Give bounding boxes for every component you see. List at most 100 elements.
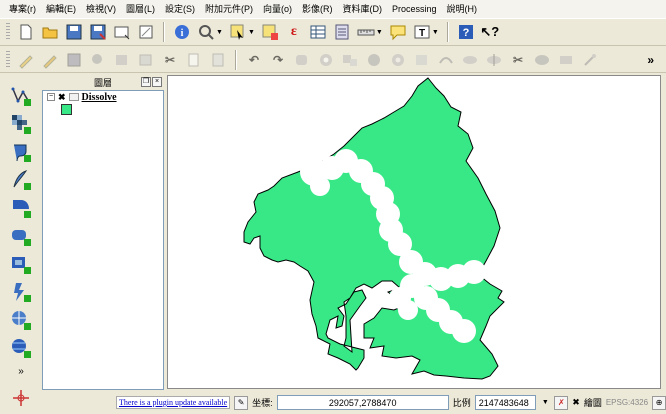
merge-attributes-icon[interactable] [557,51,575,69]
rotate-point-icon[interactable] [581,51,599,69]
menu-item-4[interactable]: 設定(S) [160,0,200,18]
help-icon[interactable]: ? [457,23,475,41]
delete-ring-icon[interactable] [389,51,407,69]
crs-globe-icon[interactable]: ⊕ [652,395,666,410]
add-vector-layer-icon[interactable] [10,85,32,107]
deselect-icon[interactable] [261,23,279,41]
menu-item-10[interactable]: 說明(H) [442,0,483,18]
annotation-icon[interactable] [389,23,407,41]
add-wms-layer-icon[interactable] [10,281,32,303]
delete-selected-icon[interactable] [137,51,155,69]
open-project-icon[interactable] [41,23,59,41]
layers-panel-title: 圖層 [93,78,112,88]
layers-panel-header: 圖層 ❐ × [42,76,164,89]
stop-render-icon[interactable]: ✗ [554,395,569,410]
layer-row-dissolve[interactable]: − ✖ Dissolve [43,91,163,103]
menu-item-7[interactable]: 影像(R) [297,0,338,18]
split-parts-icon[interactable]: ✂ [509,51,527,69]
new-shapefile-icon[interactable] [10,169,32,191]
manage-layers-toolbar: » » [4,76,38,406]
reshape-icon[interactable] [437,51,455,69]
add-feature-icon[interactable] [89,51,107,69]
zoom-icon[interactable] [197,23,215,41]
render-checkbox[interactable]: ✖ [572,397,580,408]
add-postgis-layer-icon[interactable] [10,141,32,163]
menu-item-9[interactable]: Processing [387,0,442,18]
merge-features-icon[interactable] [533,51,551,69]
add-raster-layer-icon[interactable] [10,113,32,135]
redo-icon[interactable]: ↷ [269,51,287,69]
float-panel-button[interactable]: ❐ [141,77,151,87]
menu-item-6[interactable]: 向量(o) [258,0,297,18]
menu-item-8[interactable]: 資料庫(D) [338,0,388,18]
crs-status[interactable]: EPSG:4326 [606,398,648,407]
menu-item-3[interactable]: 圖層(L) [121,0,160,18]
close-panel-button[interactable]: × [152,77,162,87]
add-ring-icon[interactable] [317,51,335,69]
paste-icon[interactable] [209,51,227,69]
new-print-composer-icon[interactable] [113,23,131,41]
undo-icon[interactable]: ↶ [245,51,263,69]
identify-icon[interactable]: i [173,23,191,41]
chevron-down-icon[interactable]: ▼ [432,29,439,36]
measure-icon[interactable]: ε [285,23,303,41]
layer-type-icon [68,93,79,101]
layers-panel: 圖層 ❐ × − ✖ Dissolve [42,76,164,390]
add-spatialite-layer-icon[interactable] [10,197,32,219]
digitizing-toolbar: ✂ ↶ ↷ ✂ » [0,47,666,73]
menu-item-5[interactable]: 附加元件(P) [200,0,258,18]
status-bar: There is a plugin update available ✎ 坐標:… [0,391,666,414]
delete-part-icon[interactable] [413,51,431,69]
scale-field[interactable]: 2147483648 [474,395,537,410]
select-icon[interactable] [229,23,247,41]
toggle-extents-icon[interactable]: ✎ [234,395,249,410]
whats-this-icon[interactable]: ↖? [480,23,499,41]
chevron-down-icon[interactable]: ▼ [376,29,383,36]
cut-icon[interactable]: ✂ [161,51,179,69]
new-project-icon[interactable] [17,23,35,41]
field-calculator-icon[interactable] [333,23,351,41]
add-oracle-layer-icon[interactable] [10,253,32,275]
menu-item-1[interactable]: 編輯(E) [41,0,81,18]
composer-manager-icon[interactable] [137,23,155,41]
add-wcs-layer-icon[interactable] [10,309,32,331]
layer-name[interactable]: Dissolve [82,92,117,103]
map-svg [243,77,505,380]
copy-icon[interactable] [185,51,203,69]
map-canvas[interactable] [167,75,661,389]
split-features-icon[interactable] [485,51,503,69]
attribute-table-icon[interactable] [309,23,327,41]
save-as-icon[interactable] [89,23,107,41]
scale-dropdown-icon[interactable]: ▼ [540,395,550,410]
more-tools-icon[interactable]: » [18,366,24,377]
current-edits-icon[interactable] [17,51,35,69]
layer-symbol-swatch[interactable] [61,104,72,115]
menu-bar: 專案(r) 編輯(E) 檢視(V) 圖層(L) 設定(S) 附加元件(P) 向量(o) 影像(… [0,0,666,18]
save-edits-icon[interactable] [65,51,83,69]
scale-label: 比例 [452,398,471,408]
move-feature-icon[interactable] [113,51,131,69]
layer-visibility-checkbox[interactable]: ✖ [58,92,66,103]
fill-ring-icon[interactable] [365,51,383,69]
save-project-icon[interactable] [65,23,83,41]
add-wfs-layer-icon[interactable] [10,337,32,359]
offset-curve-icon[interactable] [461,51,479,69]
chevron-down-icon[interactable]: ▼ [248,29,255,36]
collapse-icon[interactable]: − [47,93,55,101]
menu-item-2[interactable]: 檢視(V) [81,0,121,18]
svg-text:T: T [419,28,425,39]
measure-line-icon[interactable] [357,23,375,41]
plugin-update-link[interactable]: There is a plugin update available [116,396,231,409]
toggle-editing-icon[interactable] [41,51,59,69]
toolbar-grip[interactable] [6,23,10,41]
add-mssql-layer-icon[interactable] [10,225,32,247]
coordinate-field[interactable]: 292057,2788470 [276,395,449,410]
add-part-icon[interactable] [341,51,359,69]
toolbar-grip[interactable] [6,50,10,69]
simplify-icon[interactable] [293,51,311,69]
text-annotation-icon[interactable]: T [413,23,431,41]
chevron-down-icon[interactable]: ▼ [216,29,223,36]
more-tools-icon[interactable]: » [647,53,654,67]
render-label: 繪圖 [583,398,602,408]
menu-item-0[interactable]: 專案(r) [4,0,41,18]
